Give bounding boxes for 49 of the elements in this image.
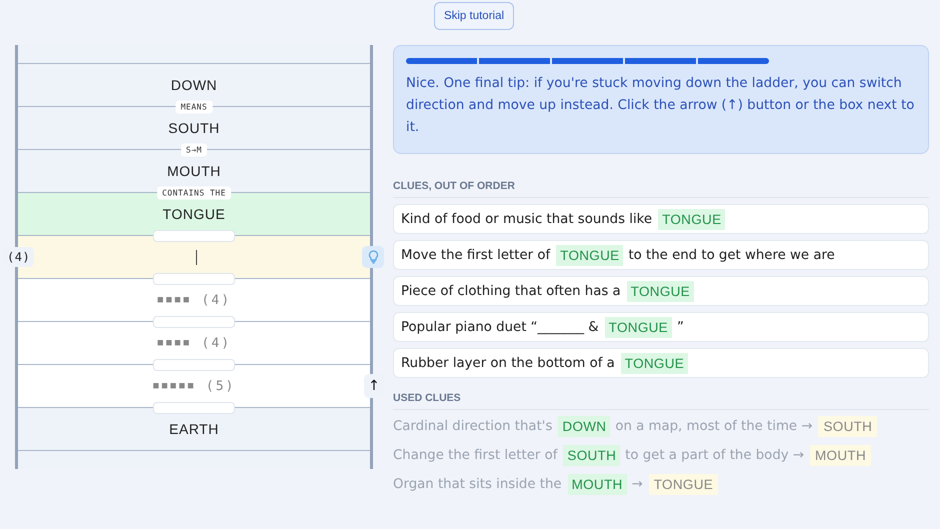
ladder-word: SOUTH [168,120,220,136]
clue-text: Rubber layer on the bottom of a [401,356,615,370]
clue-text: to the end to get where we are [628,248,835,262]
skip-tutorial-button[interactable]: Skip tutorial [434,2,514,30]
clue-card[interactable]: Popular piano duet “_______ & TONGUE ” [393,312,929,342]
word-chip: TONGUE [626,280,694,302]
section-heading: USED CLUES [393,392,929,410]
clue-text: ” [676,320,684,334]
ladder-word: TONGUE [162,206,226,222]
clue-card[interactable]: Move the first letter of TONGUE to the end to get where we are [393,240,929,270]
answer-chip: MOUTH [810,444,871,466]
section-heading: CLUES, OUT OF ORDER [393,180,929,198]
link-label: S→M [181,144,207,156]
clue-text: Popular piano duet “_______ & [401,320,599,334]
clue-card[interactable]: Rubber layer on the bottom of a TONGUE [393,348,929,378]
clue-card[interactable]: Piece of clothing that often has a TONGUE [393,276,929,306]
tip-text: Nice. One final tip: if you're stuck moving down the ladder, you can switch direction and move up instead. Click the arrow (↑) button or the box next to it. [406,75,916,137]
word-chip: TONGUE [620,352,688,374]
link-label: MEANS [176,100,212,114]
clue-text: Kind of food or music that sounds like [401,212,652,226]
hidden-letters: ■■■■■ [152,380,196,392]
clue-text: to get a part of the body → [625,448,804,462]
clue-text: on a map, most of the time → [615,418,812,434]
answer-chip: SOUTH [818,416,878,436]
letter-count: (5) [206,378,236,394]
word-chip: MOUTH [568,474,627,494]
word-chip: TONGUE [658,208,726,230]
clue-text: Organ that sits inside the [393,476,562,492]
clue-text: Change the first letter of [393,448,558,462]
lightbulb-icon [368,250,378,264]
hidden-letters: ■■■■ [156,294,192,306]
word-chip: SOUTH [563,444,620,466]
clue-text: Move the first letter of [401,248,550,262]
ladder-word: MOUTH [167,163,221,179]
hint-button[interactable] [362,246,384,268]
letter-count: (4) [202,292,232,308]
ladder-word: EARTH [169,421,219,437]
clue-card[interactable]: Kind of food or music that sounds like TONGUE [393,204,929,234]
ladder-word: DOWN [170,77,218,93]
letter-count: (4) [202,336,232,350]
clue-text: Piece of clothing that often has a [401,284,621,298]
answer-chip: TONGUE [648,474,718,494]
word-chip: DOWN [558,416,610,436]
word-chip: TONGUE [604,316,672,338]
hidden-letters: ■■■■ [156,337,192,349]
link-label: CONTAINS THE [157,186,231,200]
clue-text: → [632,476,643,492]
word-chip: TONGUE [556,244,624,266]
clue-text: Cardinal direction that's [393,418,552,434]
